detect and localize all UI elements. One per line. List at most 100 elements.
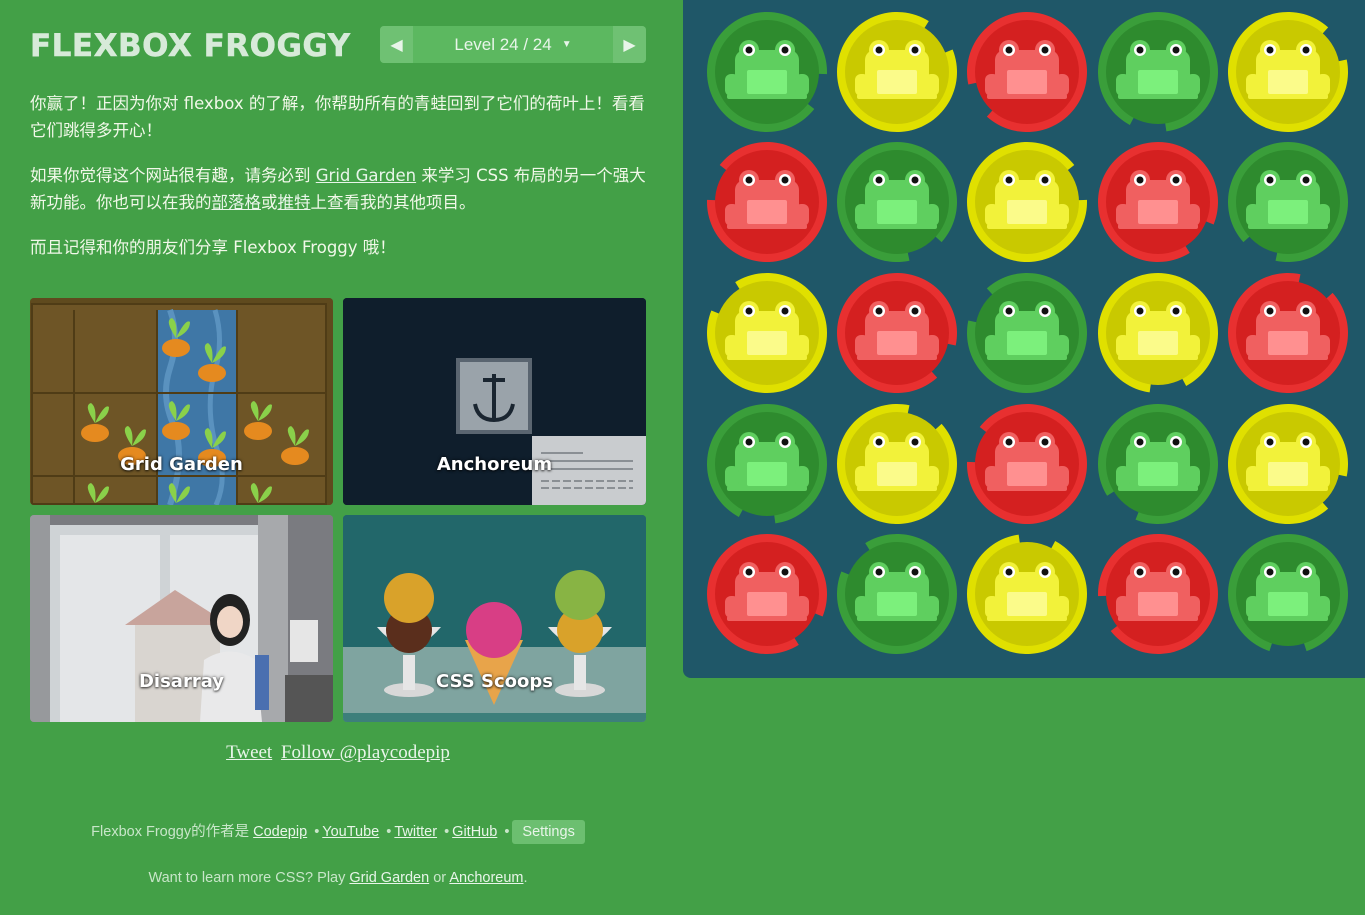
frog-pupil	[1172, 568, 1180, 576]
frog-pupil	[1266, 568, 1274, 576]
footer-twitter-link[interactable]: Twitter	[394, 824, 437, 840]
green-frog-on-lilypad	[707, 11, 827, 132]
frog-belly	[1138, 200, 1178, 224]
github-link[interactable]: GitHub	[452, 824, 497, 840]
triangle-right-icon: ▶	[623, 35, 636, 54]
frog-leg	[795, 74, 809, 96]
follow-link[interactable]: Follow @playcodepip	[281, 742, 450, 763]
yellow-frog-on-lilypad	[1228, 12, 1348, 133]
frog-pupil	[1172, 307, 1180, 315]
footer-anchoreum-link[interactable]: Anchoreum	[449, 870, 523, 886]
bullet: •	[314, 824, 320, 840]
frog-feet	[1118, 94, 1198, 99]
red-frog-on-lilypad	[707, 142, 827, 262]
disarray-card[interactable]: Disarray	[30, 515, 333, 722]
frog-pupil	[781, 307, 789, 315]
frog-belly	[1268, 200, 1308, 224]
frog-belly	[877, 70, 917, 94]
frog-leg	[725, 74, 739, 96]
yellow-frog-on-lilypad	[1098, 273, 1218, 393]
frog-belly	[877, 200, 917, 224]
frog-leg	[925, 335, 939, 357]
frog-leg	[985, 74, 999, 96]
triangle-left-icon: ◀	[390, 35, 403, 54]
header: FLEXBOX FROGGY ◀ Level 24 / 24 ▼ ▶	[30, 26, 646, 64]
yellow-frog-on-lilypad	[967, 534, 1088, 655]
frog-leg	[1316, 74, 1330, 96]
frog-pupil	[781, 176, 789, 184]
frog-leg	[985, 466, 999, 488]
twitter-link[interactable]: 推特	[278, 193, 311, 212]
frog-pupil	[1005, 568, 1013, 576]
frog-feet	[727, 224, 807, 229]
footer-grid-garden-link[interactable]: Grid Garden	[349, 870, 429, 886]
frog-pupil	[1172, 176, 1180, 184]
frog-pupil	[1266, 176, 1274, 184]
sidebar: FLEXBOX FROGGY ◀ Level 24 / 24 ▼ ▶ 你赢了！正…	[30, 0, 646, 915]
red-frog-on-lilypad	[707, 534, 827, 654]
frog-feet	[1118, 355, 1198, 360]
frog-pupil	[1302, 438, 1310, 446]
css-scoops-card[interactable]: CSS Scoops	[343, 515, 646, 722]
codepip-link[interactable]: Codepip	[253, 824, 307, 840]
frog-feet	[987, 486, 1067, 491]
text-span: 如果你觉得这个网站很有趣，请务必到	[30, 166, 316, 185]
tweet-link[interactable]: Tweet	[226, 742, 272, 763]
frog-belly	[1138, 592, 1178, 616]
frog-leg	[795, 335, 809, 357]
learn-suffix: .	[523, 870, 528, 886]
next-level-button[interactable]: ▶	[613, 26, 646, 63]
frog-belly	[747, 331, 787, 355]
blog-link[interactable]: 部落格	[212, 193, 262, 212]
frog-pupil	[1005, 307, 1013, 315]
frog-pupil	[745, 568, 753, 576]
frog-belly	[1007, 462, 1047, 486]
bullet: •	[444, 824, 450, 840]
frog-leg	[1186, 204, 1200, 226]
grid-garden-link[interactable]: Grid Garden	[316, 166, 416, 185]
learn-more-footer: Want to learn more CSS? Play Grid Garden…	[30, 870, 646, 886]
settings-button[interactable]: Settings	[512, 820, 585, 844]
recommendation-paragraph: 如果你觉得这个网站很有趣，请务必到 Grid Garden 来学习 CSS 布局…	[30, 162, 646, 216]
grid-garden-card[interactable]: Grid Garden	[30, 298, 333, 505]
frog-feet	[857, 616, 937, 621]
instructions: 你赢了！正因为你对 flexbox 的了解，你帮助所有的青蛙回到了它们的荷叶上！…	[30, 90, 646, 279]
frog-belly	[1138, 70, 1178, 94]
frog-feet	[987, 224, 1067, 229]
frog-leg	[1055, 74, 1069, 96]
frog-leg	[1316, 335, 1330, 357]
frog-pupil	[1005, 438, 1013, 446]
frog-feet	[1118, 616, 1198, 621]
frog-pupil	[1302, 568, 1310, 576]
green-frog-on-lilypad	[967, 273, 1087, 394]
frog-leg	[985, 596, 999, 618]
caret-down-icon: ▼	[561, 39, 572, 50]
anchoreum-card[interactable]: Anchoreum	[343, 298, 646, 505]
frog-belly	[1268, 331, 1308, 355]
previous-level-button[interactable]: ◀	[380, 26, 413, 63]
frog-pupil	[911, 307, 919, 315]
frog-leg	[855, 596, 869, 618]
frog-leg	[985, 204, 999, 226]
pond	[683, 0, 1365, 678]
frog-feet	[1248, 486, 1328, 491]
frog-feet	[727, 486, 807, 491]
bullet: •	[386, 824, 392, 840]
frog-feet	[1118, 486, 1198, 491]
learn-or: or	[429, 870, 450, 886]
red-frog-on-lilypad	[1098, 142, 1218, 262]
frog-pupil	[911, 46, 919, 54]
frog-pupil	[1041, 46, 1049, 54]
frog-pupil	[911, 568, 919, 576]
level-dropdown[interactable]: Level 24 / 24 ▼	[413, 26, 613, 63]
yellow-frog-on-lilypad	[1228, 404, 1348, 524]
frog-feet	[1248, 616, 1328, 621]
disarray-label: Disarray	[138, 671, 225, 692]
frog-leg	[1055, 466, 1069, 488]
youtube-link[interactable]: YouTube	[322, 824, 379, 840]
frog-pupil	[1266, 307, 1274, 315]
frog-pupil	[1005, 176, 1013, 184]
anchoreum-label: Anchoreum	[436, 454, 553, 475]
frog-feet	[857, 94, 937, 99]
frog-feet	[727, 616, 807, 621]
